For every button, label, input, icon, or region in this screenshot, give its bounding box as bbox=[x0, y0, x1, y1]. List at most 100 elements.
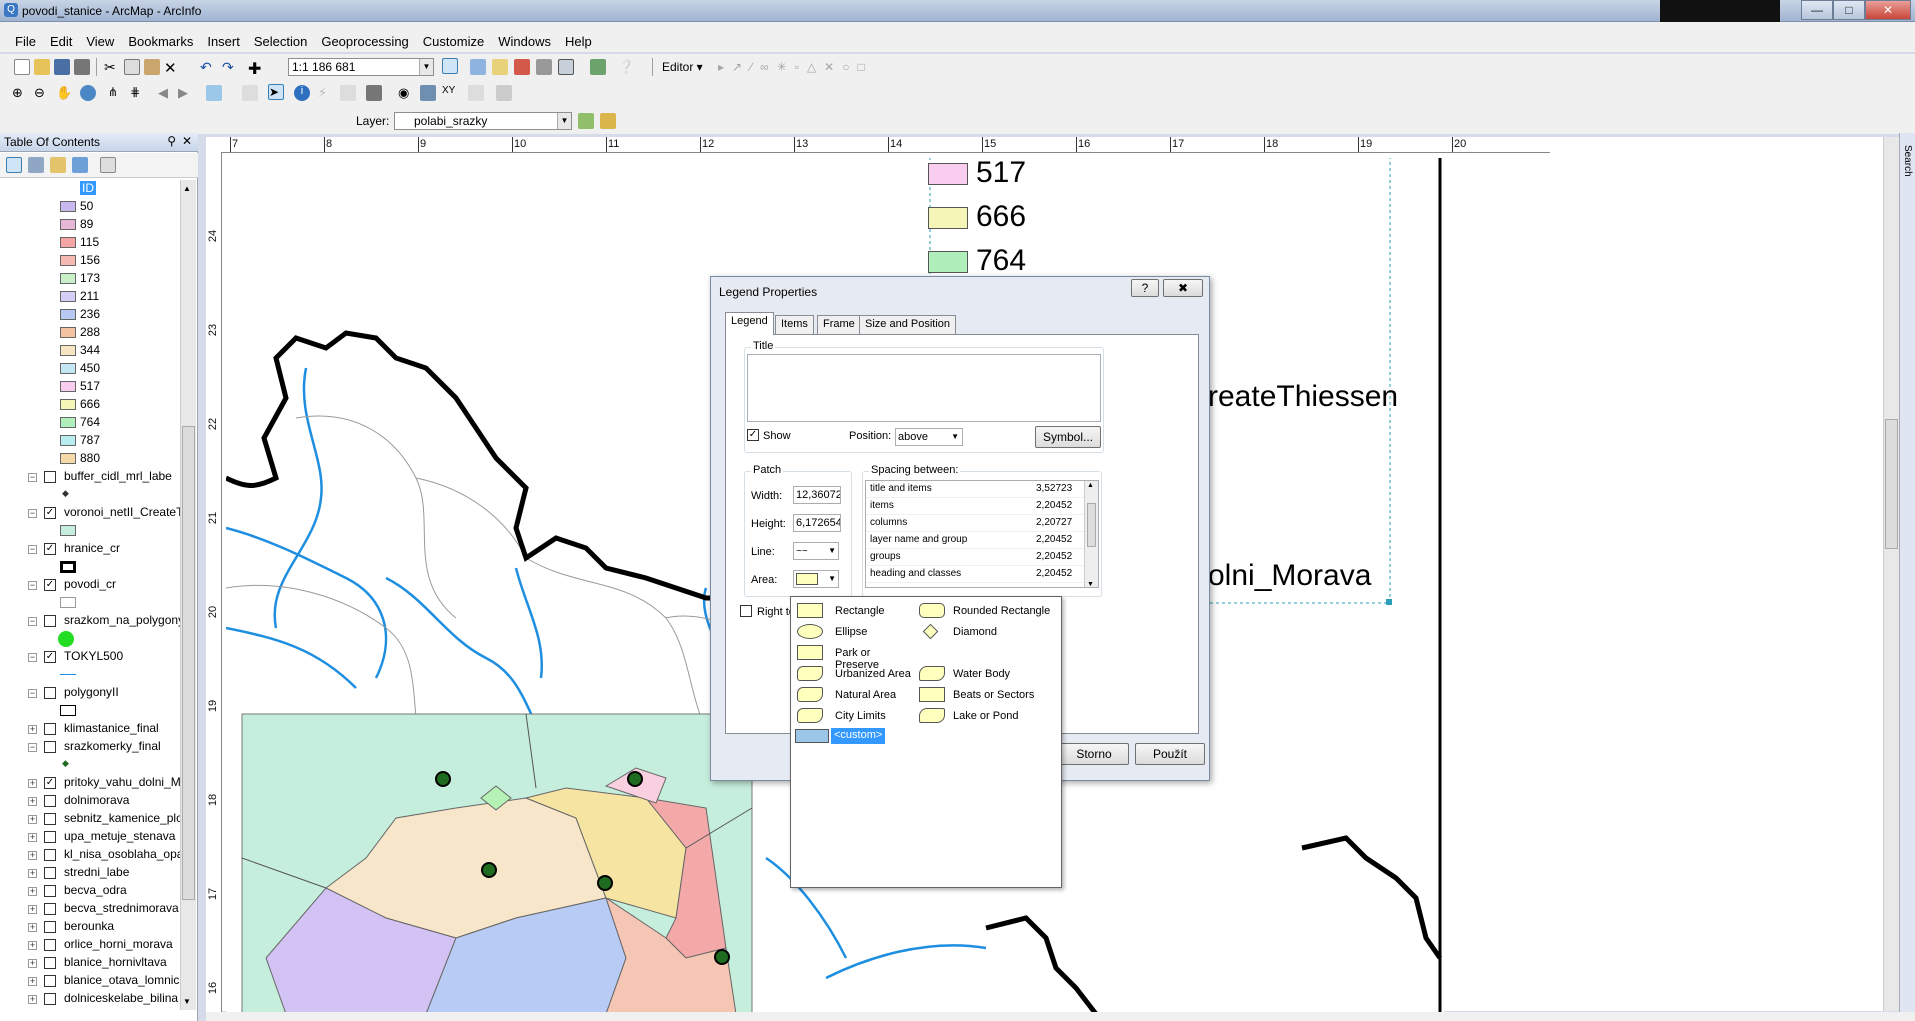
table-icon[interactable] bbox=[470, 59, 486, 75]
right-to-left-checkbox[interactable] bbox=[740, 605, 752, 617]
toc-layer-row[interactable]: − ✓ TOKYL500 bbox=[0, 648, 184, 684]
toc-layer-row[interactable]: + stredni_labe bbox=[0, 864, 184, 882]
layer-name[interactable]: pritoky_vahu_dolni_M bbox=[64, 775, 181, 789]
layer-visibility-checkbox[interactable]: ✓ bbox=[44, 507, 56, 519]
menu-edit[interactable]: Edit bbox=[43, 32, 79, 52]
tab-legend[interactable]: Legend bbox=[725, 312, 774, 335]
apply-button[interactable]: Použít bbox=[1135, 743, 1205, 765]
toc-layer-row[interactable]: + ✓ pritoky_vahu_dolni_M bbox=[0, 774, 184, 792]
class-swatch[interactable] bbox=[60, 291, 76, 302]
layer-name[interactable]: TOKYL500 bbox=[64, 649, 123, 663]
spacing-scroll-thumb[interactable] bbox=[1087, 503, 1096, 547]
list-by-visibility-icon[interactable] bbox=[50, 157, 66, 173]
toc-layer-row[interactable]: − srazkomerky_final ◆ bbox=[0, 738, 184, 774]
layer-visibility-checkbox[interactable] bbox=[44, 867, 56, 879]
area-patch-select[interactable]: ▼ bbox=[793, 570, 839, 588]
spacing-row[interactable]: columns 2,20727 bbox=[866, 515, 1098, 532]
layer-visibility-checkbox[interactable] bbox=[44, 975, 56, 987]
scroll-up-icon[interactable]: ▲ bbox=[183, 184, 191, 193]
layer-name[interactable]: voronoi_netII_CreateT bbox=[64, 505, 183, 519]
list-by-selection-icon[interactable] bbox=[72, 157, 88, 173]
delete-icon[interactable]: ✕ bbox=[164, 59, 180, 77]
full-extent-globe-icon[interactable] bbox=[80, 85, 96, 101]
layer-visibility-checkbox[interactable] bbox=[44, 741, 56, 753]
python-window-icon[interactable] bbox=[536, 59, 552, 75]
toc-layer-row[interactable]: + klimastanice_final bbox=[0, 720, 184, 738]
menu-bookmarks[interactable]: Bookmarks bbox=[121, 32, 200, 52]
toc-options-icon[interactable] bbox=[100, 157, 116, 173]
menu-customize[interactable]: Customize bbox=[416, 32, 491, 52]
menu-geoprocessing[interactable]: Geoprocessing bbox=[314, 32, 415, 52]
pin-icon[interactable]: ⚲ bbox=[167, 134, 176, 148]
catalog-icon[interactable] bbox=[492, 59, 508, 75]
spacing-row[interactable]: title and items 3,52723 bbox=[866, 481, 1098, 498]
spacing-row[interactable]: heading and classes 2,20452 bbox=[866, 566, 1098, 583]
spacing-value[interactable]: 2,20452 bbox=[1036, 534, 1072, 545]
layer-name[interactable]: becva_odra bbox=[64, 883, 127, 897]
toc-layer-row[interactable]: + becva_strednimorava bbox=[0, 900, 184, 918]
search-tab[interactable]: Search bbox=[1902, 145, 1913, 177]
toc-layer-row[interactable]: + blanice_hornivltava bbox=[0, 954, 184, 972]
collapse-icon[interactable]: − bbox=[28, 581, 37, 590]
expand-icon[interactable]: + bbox=[28, 815, 37, 824]
editor-toolbar-icon[interactable] bbox=[442, 58, 458, 74]
toc-layer-row[interactable]: + orlice_horni_morava bbox=[0, 936, 184, 954]
expand-icon[interactable]: + bbox=[28, 977, 37, 986]
layer-name[interactable]: kl_nisa_osoblaha_opav bbox=[64, 847, 184, 861]
toc-class-row[interactable]: 89 bbox=[0, 216, 184, 234]
layer-visibility-checkbox[interactable] bbox=[44, 885, 56, 897]
search-window-icon[interactable] bbox=[590, 59, 606, 75]
expand-icon[interactable]: + bbox=[28, 923, 37, 932]
layout-scrollbar[interactable] bbox=[1883, 137, 1899, 1011]
layer-name[interactable]: hranice_cr bbox=[64, 541, 120, 555]
class-swatch[interactable] bbox=[60, 435, 76, 446]
arctoolbox-icon[interactable] bbox=[514, 59, 530, 75]
expand-icon[interactable]: + bbox=[28, 869, 37, 878]
save-icon[interactable] bbox=[54, 59, 70, 75]
layer-name[interactable]: sebnitz_kamenice_plo bbox=[64, 811, 183, 825]
editor-menu[interactable]: Editor ▾ bbox=[662, 60, 703, 74]
toc-layer-row[interactable]: + becva_odra bbox=[0, 882, 184, 900]
html-popup-icon[interactable] bbox=[340, 85, 356, 101]
layer-visibility-checkbox[interactable]: ✓ bbox=[44, 579, 56, 591]
toc-class-row[interactable]: 115 bbox=[0, 234, 184, 252]
layer-name[interactable]: dolnimorava bbox=[64, 793, 129, 807]
spacing-row[interactable]: groups 2,20452 bbox=[866, 549, 1098, 566]
toc-layer-row[interactable]: − ✓ povodi_cr bbox=[0, 576, 184, 612]
patch-option[interactable]: Rounded Rectangle bbox=[919, 603, 1059, 621]
layer-symbol-swatch[interactable] bbox=[60, 705, 76, 716]
close-window-button[interactable]: ✕ bbox=[1865, 0, 1911, 20]
scroll-down-icon[interactable]: ▼ bbox=[183, 997, 191, 1006]
expand-icon[interactable]: + bbox=[28, 833, 37, 842]
layer-visibility-checkbox[interactable]: ✓ bbox=[44, 651, 56, 663]
paste-icon[interactable] bbox=[144, 59, 160, 75]
clear-selection-icon[interactable] bbox=[242, 85, 258, 101]
create-viewer-window-icon[interactable] bbox=[496, 85, 512, 101]
class-swatch[interactable] bbox=[60, 327, 76, 338]
collapse-icon[interactable]: − bbox=[28, 689, 37, 698]
patch-option[interactable]: Natural Area bbox=[797, 687, 917, 705]
toc-class-row[interactable]: 288 bbox=[0, 324, 184, 342]
measure-icon[interactable] bbox=[366, 85, 382, 101]
layer-visibility-checkbox[interactable] bbox=[44, 957, 56, 969]
spacing-value[interactable]: 3,52723 bbox=[1036, 483, 1072, 494]
redo-icon[interactable]: ↷ bbox=[222, 59, 238, 75]
layer-visibility-checkbox[interactable] bbox=[44, 939, 56, 951]
find-route-icon[interactable] bbox=[420, 85, 436, 101]
layer-name[interactable]: povodi_cr bbox=[64, 577, 116, 591]
title-text-area[interactable] bbox=[747, 354, 1101, 422]
layer-visibility-checkbox[interactable] bbox=[44, 849, 56, 861]
back-icon[interactable]: ◀ bbox=[158, 85, 174, 101]
layer-visibility-checkbox[interactable] bbox=[44, 921, 56, 933]
collapse-icon[interactable]: − bbox=[28, 473, 37, 482]
list-by-source-icon[interactable] bbox=[28, 157, 44, 173]
toc-class-row[interactable]: 880 bbox=[0, 450, 184, 468]
toc-layer-row[interactable]: + dolnimorava bbox=[0, 792, 184, 810]
find-binoculars-icon[interactable]: ◉ bbox=[398, 85, 414, 101]
dialog-close-button[interactable]: ✖ bbox=[1163, 279, 1203, 297]
cut-icon[interactable]: ✂ bbox=[104, 59, 120, 75]
new-document-icon[interactable] bbox=[14, 59, 30, 75]
expand-icon[interactable]: + bbox=[28, 725, 37, 734]
layer-visibility-checkbox[interactable] bbox=[44, 813, 56, 825]
expand-icon[interactable]: + bbox=[28, 779, 37, 788]
